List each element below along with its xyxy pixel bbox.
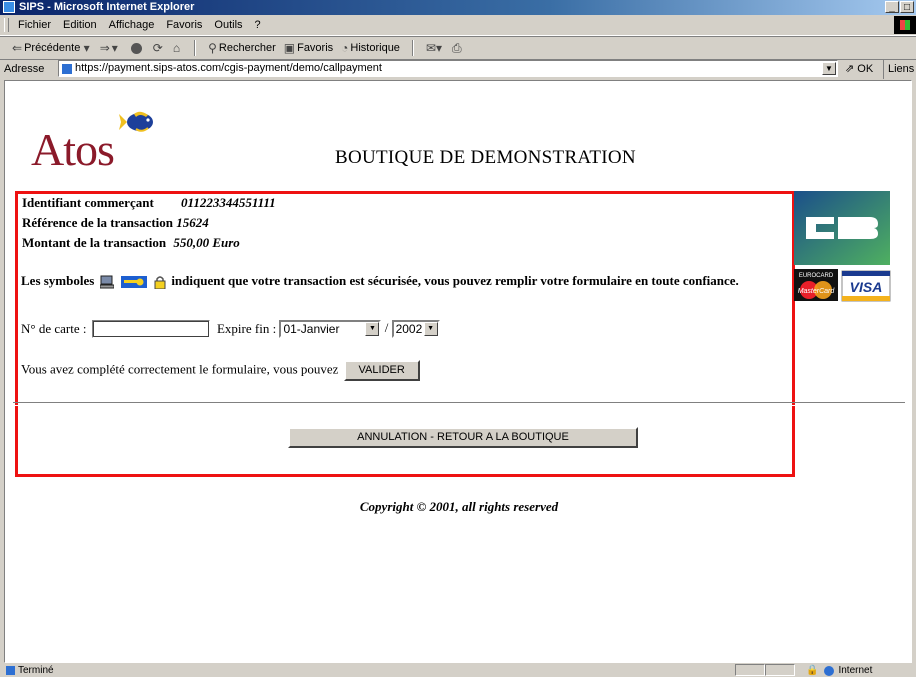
- menu-favoris[interactable]: Favoris: [160, 15, 208, 35]
- back-button[interactable]: ⇐ Précédente ▾: [8, 37, 96, 59]
- search-button[interactable]: ⚲ Rechercher: [204, 37, 280, 59]
- validate-row: Vous avez complété correctement le formu…: [21, 360, 420, 381]
- window-titlebar: SIPS - Microsoft Internet Explorer _ □: [0, 0, 916, 15]
- chevron-down-icon[interactable]: ▼: [365, 322, 380, 337]
- maximize-button[interactable]: □: [900, 1, 914, 13]
- copyright: Copyright © 2001, all rights reserved: [359, 499, 559, 514]
- validate-text: Vous avez complété correctement le formu…: [21, 361, 339, 377]
- card-number-label: N° de carte :: [21, 321, 87, 337]
- menu-outils[interactable]: Outils: [208, 15, 248, 35]
- favorites-icon: ▣: [283, 41, 296, 55]
- print-icon: ⎙: [452, 41, 462, 55]
- chevron-down-icon[interactable]: ▼: [423, 322, 438, 337]
- back-arrow-icon: ⇐: [12, 41, 23, 55]
- status-text: Terminé: [18, 665, 54, 676]
- merchant-label: Identifiant commerçant: [22, 195, 154, 210]
- reference-row: Référence de la transaction 15624: [22, 215, 209, 231]
- atos-logo: Atos: [31, 124, 115, 175]
- address-input[interactable]: https://payment.sips-atos.com/cgis-payme…: [58, 60, 838, 77]
- secure-notice: Les symboles indiquent que votre transac…: [21, 273, 739, 290]
- standard-toolbar: ⇐ Précédente ▾ ⇒ ▾ ⟳ ⌂ ⚲ Rechercher ▣ Fa…: [0, 36, 916, 60]
- menu-help[interactable]: ?: [249, 15, 267, 35]
- menu-fichier[interactable]: Fichier: [12, 15, 57, 35]
- mail-icon: ✉▾: [425, 41, 443, 55]
- stop-icon: [130, 42, 142, 54]
- address-dropdown-button[interactable]: ▼: [822, 62, 836, 75]
- secure-computer-icon: [99, 275, 114, 289]
- mastercard-text: MasterCard: [798, 288, 836, 295]
- toolbar-grip[interactable]: [4, 18, 9, 32]
- amount-row: Montant de la transaction 550,00 Euro: [22, 235, 240, 251]
- fish-icon: [119, 111, 153, 132]
- stop-button[interactable]: [124, 42, 149, 54]
- print-button[interactable]: ⎙: [448, 37, 468, 59]
- windows-logo-icon: [894, 16, 916, 34]
- card-number-input[interactable]: [91, 320, 210, 339]
- visa-logo: VISA: [841, 270, 891, 302]
- history-icon: ◔: [341, 41, 349, 55]
- mail-button[interactable]: ✉▾: [422, 37, 448, 59]
- page-done-icon: [6, 666, 15, 675]
- zone-label: Internet: [838, 665, 873, 676]
- reference-label: Référence de la transaction: [22, 215, 174, 230]
- merchant-row: Identifiant commerçant 011223344551111: [22, 195, 276, 211]
- merchant-value: 011223344551111: [181, 195, 276, 210]
- cb-card-logo: [794, 191, 890, 265]
- validate-button[interactable]: VALIDER: [343, 360, 420, 381]
- status-panel: [735, 664, 765, 676]
- visa-text: VISA: [850, 279, 883, 295]
- favorites-button[interactable]: ▣ Favoris: [280, 37, 337, 59]
- links-button[interactable]: Liens: [883, 59, 914, 79]
- history-button[interactable]: ◔ Historique: [337, 37, 404, 59]
- payment-card-logos: EUROCARD MasterCard VISA: [794, 191, 891, 302]
- forward-button[interactable]: ⇒ ▾: [96, 37, 124, 59]
- page-content: Atos BOUTIQUE DE DEMONSTRATION Identifia…: [4, 80, 912, 663]
- go-button[interactable]: ⇗ OK: [845, 59, 873, 79]
- lock-icon: [154, 276, 166, 290]
- expiry-year-select[interactable]: 2002 ▼: [391, 320, 440, 339]
- menu-edition[interactable]: Edition: [57, 15, 103, 35]
- expiry-separator: /: [384, 320, 389, 335]
- go-arrow-icon: ⇗: [845, 63, 855, 75]
- amount-value: 550,00 Euro: [173, 235, 240, 250]
- home-icon: ⌂: [172, 41, 181, 55]
- reference-value: 15624: [176, 215, 209, 230]
- eurocard-text: EUROCARD: [799, 273, 834, 279]
- forward-arrow-icon: ⇒: [99, 41, 110, 55]
- menu-affichage[interactable]: Affichage: [103, 15, 161, 35]
- refresh-button[interactable]: ⟳: [149, 37, 169, 59]
- search-icon: ⚲: [208, 41, 217, 55]
- home-button[interactable]: ⌂: [169, 37, 186, 59]
- globe-icon: [824, 665, 835, 676]
- security-zone: 🔒 Internet: [806, 664, 872, 677]
- divider: [13, 402, 905, 406]
- cancel-return-button[interactable]: ANNULATION - RETOUR A LA BOUTIQUE: [288, 427, 638, 448]
- status-panel: [765, 664, 795, 676]
- expiry-month-select[interactable]: 01-Janvier ▼: [279, 320, 382, 339]
- toolbar-separator: [411, 40, 414, 56]
- amount-label: Montant de la transaction: [22, 235, 167, 250]
- expiry-label: Expire fin :: [216, 321, 277, 337]
- toolbar-separator: [194, 40, 197, 56]
- status-bar: Terminé 🔒 Internet: [0, 664, 916, 677]
- ie-icon: [3, 1, 15, 13]
- refresh-icon: ⟳: [152, 41, 163, 55]
- address-label: Adresse: [4, 63, 45, 75]
- address-bar: Adresse https://payment.sips-atos.com/cg…: [0, 59, 916, 79]
- page-title: BOUTIQUE DE DEMONSTRATION: [335, 147, 636, 168]
- mastercard-logo: EUROCARD MasterCard: [794, 269, 838, 301]
- minimize-button[interactable]: _: [885, 1, 899, 13]
- dropdown-arrow-icon[interactable]: ▾: [112, 37, 118, 59]
- dropdown-arrow-icon[interactable]: ▾: [80, 37, 90, 59]
- window-title: SIPS - Microsoft Internet Explorer: [19, 1, 195, 13]
- lock-icon: 🔒: [806, 665, 819, 676]
- menu-bar: Fichier Edition Affichage Favoris Outils…: [0, 15, 916, 36]
- secure-key-icon: [120, 276, 147, 289]
- page-icon: [61, 63, 73, 75]
- card-form-row: N° de carte : Expire fin : 01-Janvier ▼ …: [21, 320, 440, 339]
